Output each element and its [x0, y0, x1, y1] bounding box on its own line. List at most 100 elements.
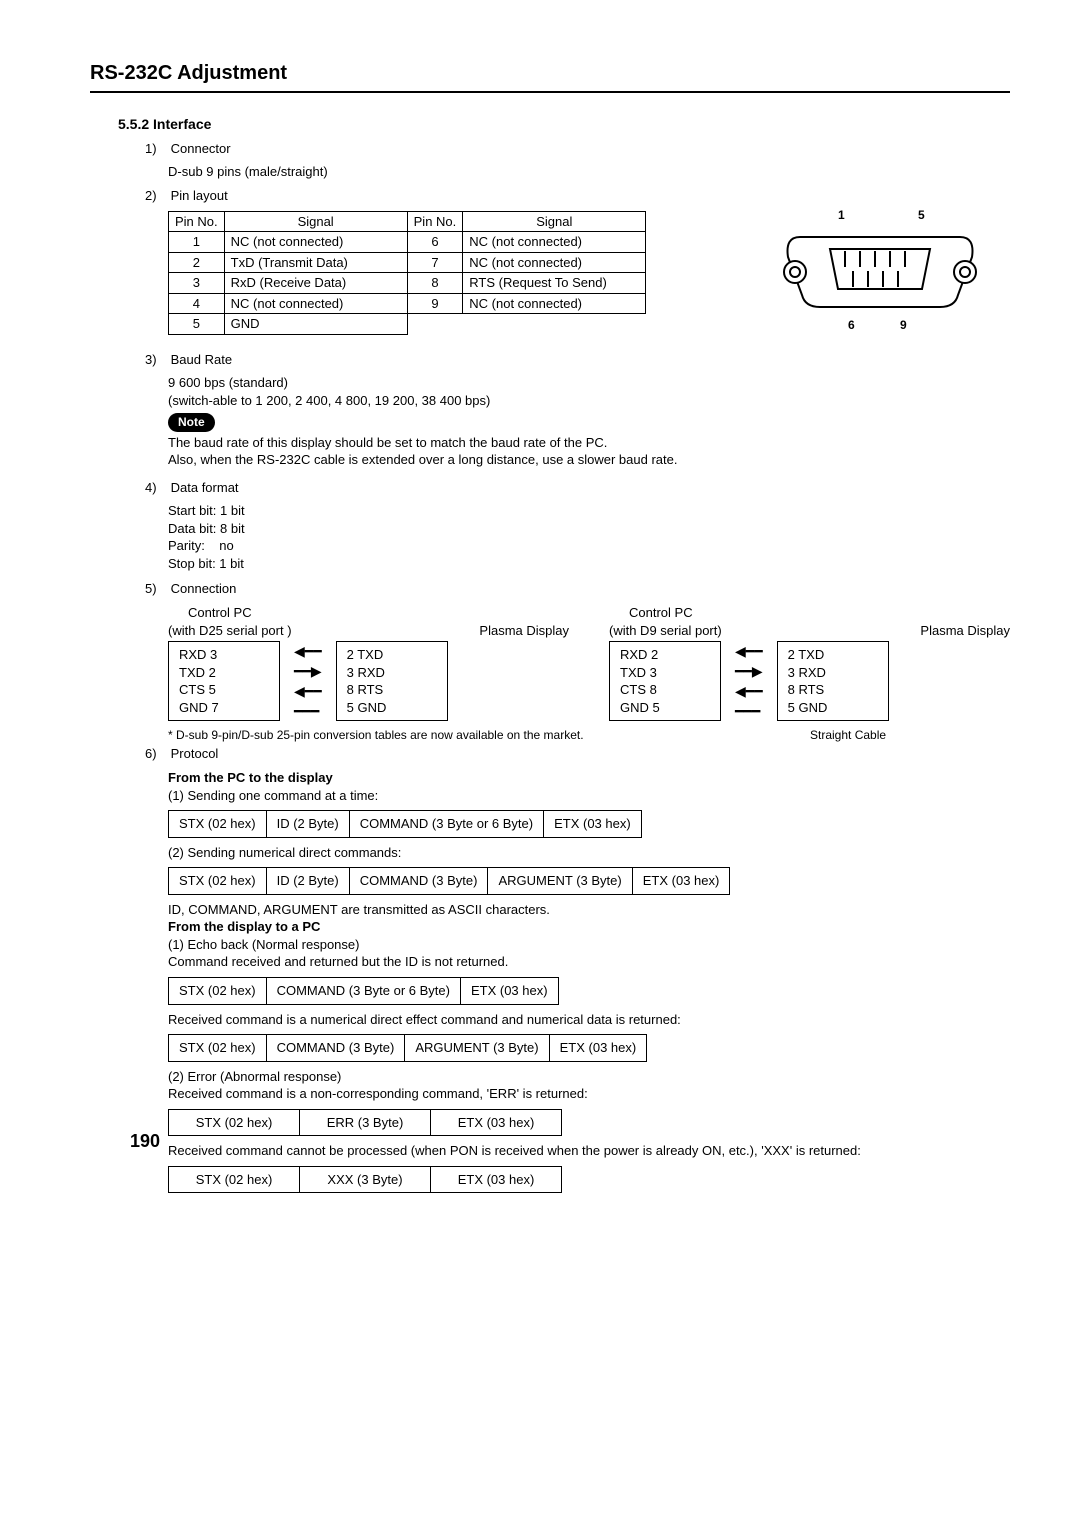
proto-err: (2) Error (Abnormal response) [168, 1068, 1010, 1086]
conn-line: TXD 2 [179, 664, 269, 682]
proto-cell: COMMAND (3 Byte) [349, 868, 488, 895]
baud-sub2: (switch-able to 1 200, 2 400, 4 800, 19 … [168, 392, 1010, 410]
conn-box-pc-d25: RXD 3 TXD 2 CTS 5 GND 7 [168, 641, 280, 721]
pin-cell: 4 [169, 293, 225, 314]
connection-diagram: Control PC (with D25 serial port ) Plasm… [168, 604, 1010, 721]
item-connection: 5) Connection [145, 580, 1010, 598]
conn-line: TXD 3 [620, 664, 710, 682]
conn-line: GND 5 [620, 699, 710, 717]
conn-title-right: Control PC [629, 604, 1010, 622]
item-label: Data format [171, 480, 239, 495]
item-pinlayout: 2) Pin layout [145, 187, 1010, 205]
pin-cell: RxD (Receive Data) [224, 273, 407, 294]
straight-cable-label: Straight Cable [810, 727, 1010, 743]
pin-label-1: 1 [838, 208, 845, 222]
pin-h1: Pin No. [169, 211, 225, 232]
proto-send2: (2) Sending numerical direct commands: [168, 844, 1010, 862]
proto-cell: STX (02 hex) [169, 1035, 267, 1062]
proto-cell: COMMAND (3 Byte) [266, 1035, 405, 1062]
conn-line: 3 RXD [788, 664, 878, 682]
db9-connector-icon: 1 5 6 9 [760, 207, 990, 342]
pin-cell: 2 [169, 252, 225, 273]
conn-box-plasma: 2 TXD 3 RXD 8 RTS 5 GND [336, 641, 448, 721]
proto-table-2: STX (02 hex) ID (2 Byte) COMMAND (3 Byte… [168, 867, 730, 895]
conn-pd-right: Plasma Display [920, 622, 1010, 640]
pin-h3: Pin No. [407, 211, 463, 232]
item-num: 3) [145, 351, 167, 369]
proto-cell: ID (2 Byte) [266, 811, 349, 838]
pin-cell: 1 [169, 232, 225, 253]
pin-cell: NC (not connected) [224, 293, 407, 314]
pin-cell: 3 [169, 273, 225, 294]
arrow-right-icon: ━━▶ [735, 664, 763, 678]
conn-line: 5 GND [347, 699, 437, 717]
title-rule [90, 91, 1010, 93]
proto-cell: COMMAND (3 Byte or 6 Byte) [349, 811, 543, 838]
item-label: Connector [171, 141, 231, 156]
proto-echo-sub: Command received and returned but the ID… [168, 953, 1010, 971]
proto-send1: (1) Sending one command at a time: [168, 787, 1010, 805]
proto-cell: ARGUMENT (3 Byte) [488, 868, 632, 895]
arrow-left-icon: ◀━━ [294, 684, 322, 698]
pin-cell: RTS (Request To Send) [463, 273, 646, 294]
proto-cell: ETX (03 hex) [632, 868, 730, 895]
conn-line: RXD 2 [620, 646, 710, 664]
pin-cell: GND [224, 314, 407, 335]
proto-ascii: ID, COMMAND, ARGUMENT are transmitted as… [168, 901, 1010, 919]
proto-xxx: Received command cannot be processed (wh… [168, 1142, 1010, 1160]
proto-table-3: STX (02 hex) COMMAND (3 Byte or 6 Byte) … [168, 977, 559, 1005]
arrow-icons: ◀━━ ━━▶ ◀━━ ━━━ [735, 644, 763, 718]
pin-cell: NC (not connected) [463, 252, 646, 273]
proto-table-4: STX (02 hex) COMMAND (3 Byte) ARGUMENT (… [168, 1034, 647, 1062]
pin-label-6: 6 [848, 318, 855, 332]
page-number: 190 [130, 1129, 160, 1153]
proto-cell: STX (02 hex) [169, 977, 267, 1004]
arrow-left-icon: ◀━━ [294, 644, 322, 658]
item-num: 5) [145, 580, 167, 598]
proto-cell: COMMAND (3 Byte or 6 Byte) [266, 977, 460, 1004]
proto-cell: ID (2 Byte) [266, 868, 349, 895]
item-connector: 1) Connector [145, 140, 1010, 158]
conn-sub-left: (with D25 serial port ) [168, 622, 292, 640]
pin-h4: Signal [463, 211, 646, 232]
proto-cell: STX (02 hex) [169, 1166, 300, 1193]
conn-title-left: Control PC [188, 604, 569, 622]
conn-line: CTS 8 [620, 681, 710, 699]
item-label: Connection [171, 581, 237, 596]
note-line1: The baud rate of this display should be … [168, 434, 1010, 452]
item-dataformat: 4) Data format [145, 479, 1010, 497]
section-heading: 5.5.2 Interface [118, 115, 1010, 134]
pin-cell: 7 [407, 252, 463, 273]
conn-line: GND 7 [179, 699, 269, 717]
note-badge: Note [168, 413, 215, 431]
pin-label-9: 9 [900, 318, 907, 332]
arrow-icons: ◀━━ ━━▶ ◀━━ ━━━ [294, 644, 322, 718]
pin-cell: NC (not connected) [463, 293, 646, 314]
proto-from-pc: From the PC to the display [168, 769, 1010, 787]
conn-box-pc-d9: RXD 2 TXD 3 CTS 8 GND 5 [609, 641, 721, 721]
conn-line: 8 RTS [347, 681, 437, 699]
page-title: RS-232C Adjustment [90, 60, 1010, 87]
item-label: Protocol [171, 746, 219, 761]
df-s2: Data bit: 8 bit [168, 520, 1010, 538]
conn-sub-right: (with D9 serial port) [609, 622, 722, 640]
conn-line: 3 RXD [347, 664, 437, 682]
note-line2: Also, when the RS-232C cable is extended… [168, 451, 1010, 469]
proto-cell: STX (02 hex) [169, 1109, 300, 1136]
proto-cell: STX (02 hex) [169, 811, 267, 838]
baud-sub1: 9 600 bps (standard) [168, 374, 1010, 392]
conn-pd-left: Plasma Display [479, 622, 569, 640]
line-icon: ━━━ [294, 704, 322, 718]
proto-table-1: STX (02 hex) ID (2 Byte) COMMAND (3 Byte… [168, 810, 642, 838]
proto-cell: ARGUMENT (3 Byte) [405, 1035, 549, 1062]
proto-from-disp: From the display to a PC [168, 918, 1010, 936]
proto-cell: ETX (03 hex) [549, 1035, 647, 1062]
pin-h2: Signal [224, 211, 407, 232]
item-num: 6) [145, 745, 167, 763]
item-num: 1) [145, 140, 167, 158]
item-num: 4) [145, 479, 167, 497]
proto-cell: STX (02 hex) [169, 868, 267, 895]
pin-cell: 9 [407, 293, 463, 314]
proto-err-sub: Received command is a non-corresponding … [168, 1085, 1010, 1103]
arrow-right-icon: ━━▶ [294, 664, 322, 678]
